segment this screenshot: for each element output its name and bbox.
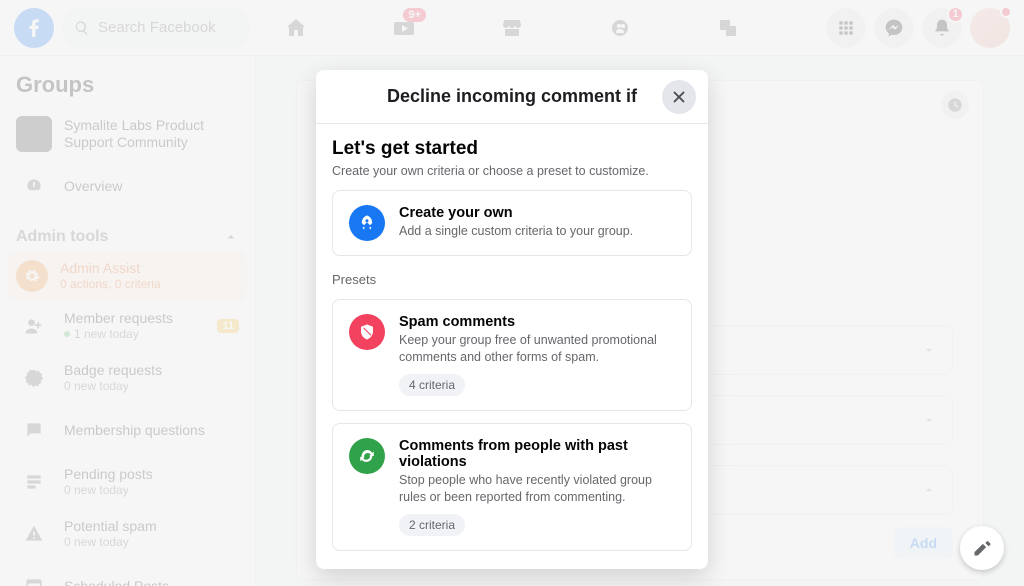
pencil-icon	[972, 538, 992, 558]
option-title: Comments from people with past violation…	[399, 438, 675, 470]
shield-slash-icon	[349, 314, 385, 350]
modal-subtext: Create your own criteria or choose a pre…	[332, 164, 692, 178]
rocket-icon	[349, 205, 385, 241]
cycle-icon	[349, 438, 385, 474]
compose-fab[interactable]	[960, 526, 1004, 570]
option-sub: Stop people who have recently violated g…	[399, 472, 675, 506]
modal-title: Decline incoming comment if	[387, 86, 637, 107]
option-title: Spam comments	[399, 314, 675, 330]
modal-body: Let's get started Create your own criter…	[316, 124, 708, 569]
modal-close-button[interactable]	[662, 80, 696, 114]
close-icon	[670, 88, 688, 106]
option-past-violations[interactable]: Comments from people with past violation…	[332, 423, 692, 551]
decline-comment-modal: Decline incoming comment if Let's get st…	[316, 70, 708, 569]
presets-label: Presets	[332, 272, 692, 287]
modal-header: Decline incoming comment if	[316, 70, 708, 124]
option-spam-comments[interactable]: Spam comments Keep your group free of un…	[332, 299, 692, 411]
option-sub: Add a single custom criteria to your gro…	[399, 223, 675, 240]
criteria-pill: 4 criteria	[399, 374, 465, 396]
option-sub: Keep your group free of unwanted promoti…	[399, 332, 675, 366]
modal-subtitle: Let's get started	[332, 138, 692, 160]
option-create-your-own[interactable]: Create your own Add a single custom crit…	[332, 190, 692, 256]
option-title: Create your own	[399, 205, 675, 221]
criteria-pill: 2 criteria	[399, 514, 465, 536]
